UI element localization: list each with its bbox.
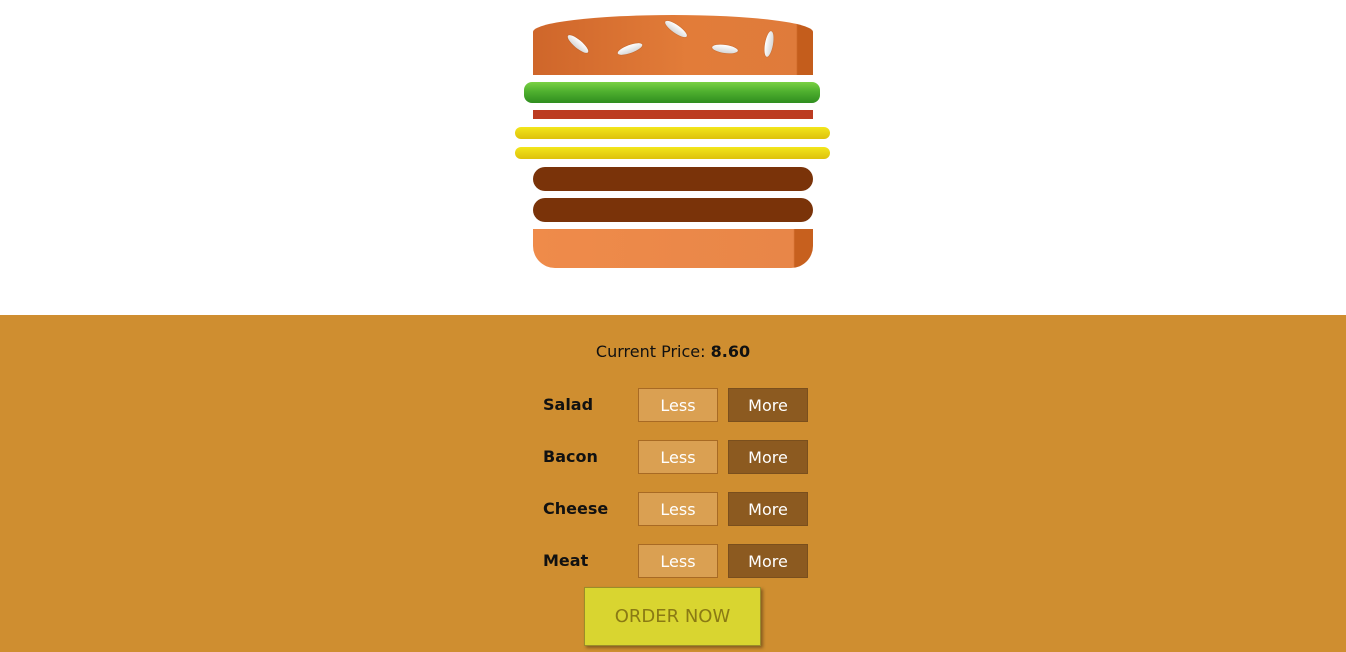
sesame-seed [711,43,739,55]
cheese-layer [515,147,830,159]
ingredient-label: Bacon [543,447,598,466]
cheese-layer [515,127,830,139]
salad-layer [524,82,820,103]
bread-top [533,15,813,75]
meat-less-button[interactable]: Less [638,544,718,578]
sesame-seed [616,40,644,58]
sesame-seed [762,30,776,58]
price-label: Current Price: [595,342,706,361]
ingredient-label: Meat [543,551,589,570]
cheese-less-button[interactable]: Less [638,492,718,526]
meat-layer [533,198,813,222]
bacon-less-button[interactable]: Less [638,440,718,474]
meat-layer [533,167,813,191]
ingredient-label: Salad [543,395,594,414]
cheese-more-button[interactable]: More [728,492,808,526]
bread-bottom [533,229,813,268]
meat-more-button[interactable]: More [728,544,808,578]
bacon-more-button[interactable]: More [728,440,808,474]
ingredient-label: Cheese [543,499,609,518]
sesame-seed [565,32,591,56]
order-now-button[interactable]: ORDER NOW [584,587,761,646]
bacon-layer [533,110,813,119]
salad-less-button[interactable]: Less [638,388,718,422]
build-controls: Current Price: 8.60 Salad Less More Baco… [0,315,1346,652]
price-value: 8.60 [710,342,751,361]
sesame-seed [663,18,689,40]
current-price: Current Price: 8.60 [0,342,1346,361]
salad-more-button[interactable]: More [728,388,808,422]
burger-preview [0,0,1346,315]
